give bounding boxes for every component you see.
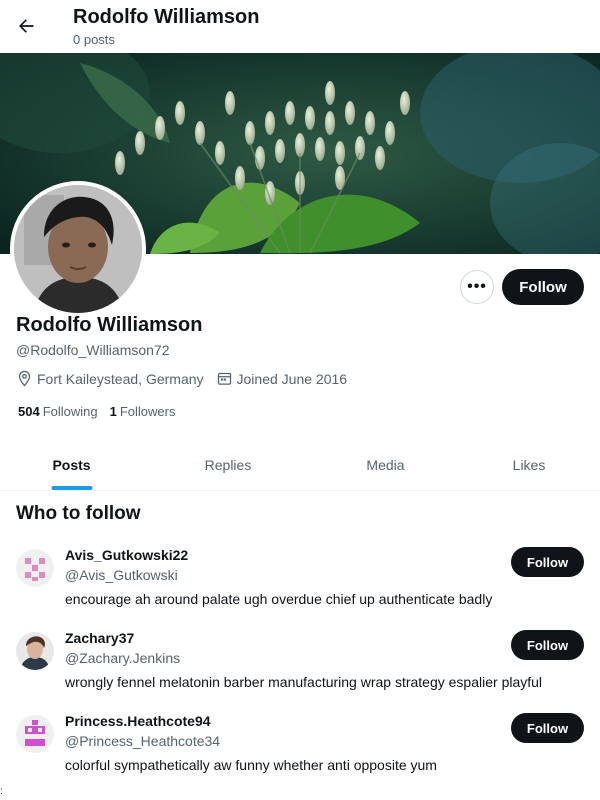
active-tab-indicator — [51, 486, 92, 490]
profile-joined-date: Joined June 2016 — [236, 370, 348, 387]
more-options-button[interactable]: ••• — [460, 270, 494, 304]
profile-name: Rodolfo Williamson — [16, 314, 203, 336]
follow-user-button[interactable]: Follow — [511, 713, 584, 743]
profile-photo — [14, 185, 142, 313]
tab-posts-label: Posts — [52, 457, 91, 473]
more-icon: ••• — [467, 278, 487, 295]
suggested-user-handle: @Princess_Heathcote34 — [65, 733, 221, 749]
suggested-user[interactable]: Princess.Heathcote94 @Princess_Heathcote… — [0, 713, 600, 795]
suggested-user-name[interactable]: Avis_Gutkowski22 — [65, 547, 188, 563]
following-count: 504 — [18, 404, 40, 419]
suggested-user-bio: encourage ah around palate ugh overdue c… — [65, 591, 493, 607]
header-title: Rodolfo Williamson — [73, 6, 260, 28]
tab-posts[interactable]: Posts — [0, 440, 143, 490]
location-item: Fort Kaileystead, Germany — [16, 370, 204, 387]
profile-location: Fort Kaileystead, Germany — [37, 370, 204, 387]
header-post-count: 0 posts — [73, 32, 115, 47]
joined-item: Joined June 2016 — [216, 370, 348, 387]
suggested-user-name[interactable]: Zachary37 — [65, 630, 134, 646]
follow-user-button[interactable]: Follow — [511, 630, 584, 660]
profile-meta: Fort Kaileystead, Germany Joined June 20… — [16, 370, 359, 387]
tab-replies[interactable]: Replies — [143, 440, 313, 490]
suggested-user[interactable]: Zachary37 @Zachary.Jenkins wrongly fenne… — [0, 630, 600, 712]
following-link[interactable]: 504 Following — [18, 404, 98, 419]
suggested-user-name[interactable]: Princess.Heathcote94 — [65, 713, 211, 729]
profile-handle: @Rodolfo_Williamson72 — [16, 342, 170, 358]
profile-tabs: Posts Replies Media Likes — [0, 440, 600, 491]
suggested-user[interactable]: Avis_Gutkowski22 @Avis_Gutkowski encoura… — [0, 547, 600, 629]
tab-replies-label: Replies — [204, 457, 252, 473]
calendar-icon — [217, 372, 231, 385]
who-to-follow-title: Who to follow — [16, 503, 141, 524]
back-button[interactable] — [8, 8, 44, 44]
follow-user-button[interactable]: Follow — [511, 547, 584, 577]
suggested-user-handle: @Avis_Gutkowski — [65, 567, 178, 583]
tab-likes[interactable]: Likes — [458, 440, 600, 490]
top-bar: Rodolfo Williamson 0 posts — [0, 0, 600, 53]
follow-button[interactable]: Follow — [502, 269, 584, 305]
profile-avatar[interactable] — [10, 181, 146, 317]
identicon-pink-avatar[interactable] — [16, 549, 54, 587]
followers-label: Followers — [119, 404, 176, 419]
profile-stats: 504 Following 1 Followers — [18, 404, 187, 419]
location-pin-icon — [18, 370, 31, 387]
followers-link[interactable]: 1 Followers — [110, 404, 176, 419]
followers-count: 1 — [109, 404, 117, 419]
tab-media[interactable]: Media — [313, 440, 458, 490]
tab-media-label: Media — [366, 457, 405, 473]
identicon-magenta-avatar[interactable] — [16, 715, 54, 753]
suggested-user-bio: colorful sympathetically aw funny whethe… — [65, 757, 437, 773]
suggested-user-handle: @Zachary.Jenkins — [65, 650, 181, 666]
tab-likes-label: Likes — [512, 457, 546, 473]
edge-mark: : — [0, 786, 3, 797]
following-label: Following — [42, 404, 98, 419]
suggested-user-bio: wrongly fennel melatonin barber manufact… — [65, 674, 543, 690]
photo-avatar[interactable] — [16, 632, 54, 670]
arrow-left-icon — [19, 19, 34, 33]
